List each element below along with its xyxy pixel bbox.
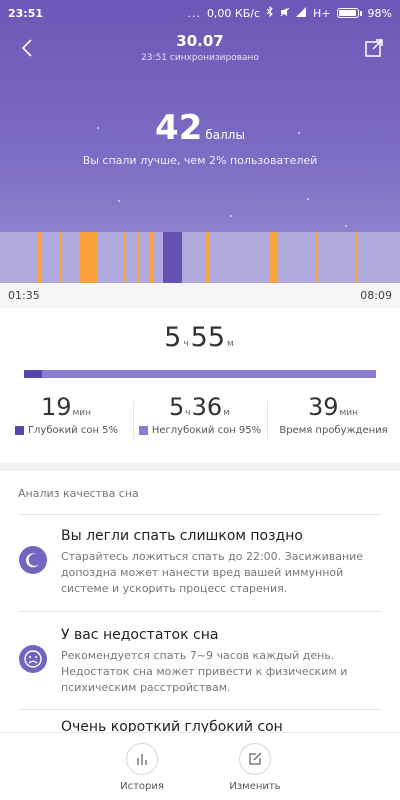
edit-button[interactable]: Изменить — [215, 743, 295, 792]
deep-label: Глубокий сон 5% — [27, 425, 119, 436]
awake-segment — [38, 232, 41, 283]
analysis-item[interactable]: Вы легли спать слишком поздно Старайтесь… — [0, 528, 400, 608]
total-minutes-unit: м — [227, 339, 234, 349]
stat-light: 5ч36м Неглубокий сон 95% — [133, 393, 267, 453]
battery-icon — [336, 8, 359, 18]
deep-value: 19 — [40, 393, 72, 421]
deep-sleep-portion — [24, 370, 42, 378]
score-unit: баллы — [205, 128, 245, 142]
stat-awake: 39мин Время пробуждения — [267, 393, 400, 453]
stat-deep: 19мин Глубокий сон 5% — [0, 393, 133, 453]
edit-icon — [239, 743, 271, 775]
notification-dots: ... — [187, 6, 201, 20]
awake-unit: мин — [339, 408, 359, 418]
deep-segment — [163, 232, 182, 283]
bar-chart-icon — [126, 743, 158, 775]
timeline-times: 01:35 08:09 — [0, 283, 400, 308]
awake-segment — [206, 232, 209, 283]
divider — [18, 514, 382, 515]
awake-label: Время пробуждения — [279, 425, 388, 436]
sleep-stats: 19мин Глубокий сон 5% 5ч36м Неглубокий с… — [0, 393, 400, 453]
divider — [18, 709, 382, 710]
light-label: Неглубокий сон 95% — [151, 425, 262, 436]
page-title: 30.07 — [176, 32, 224, 50]
awake-segment — [355, 232, 358, 283]
light-hours-unit: ч — [185, 408, 191, 418]
share-icon[interactable] — [362, 36, 386, 60]
battery-tip — [359, 10, 362, 16]
bottom-nav: История Изменить — [0, 732, 400, 800]
total-minutes: 55 — [190, 322, 226, 353]
light-hours: 5 — [169, 393, 185, 421]
light-legend-swatch — [138, 426, 148, 435]
awake-segment — [80, 232, 97, 283]
awake-segment — [270, 232, 277, 283]
status-bar: 23:51 ... 0,00 КБ/с H+ 98% — [0, 0, 400, 26]
deep-unit: мин — [72, 408, 92, 418]
analysis-item-title: Вы легли спать слишком поздно — [61, 528, 303, 544]
history-label: История — [120, 781, 164, 792]
edit-label: Изменить — [229, 781, 281, 792]
analysis-item-desc: Старайтесь ложиться спать до 22:00. Заси… — [61, 550, 364, 595]
section-separator — [0, 463, 400, 471]
analysis-item-title: У вас недостаток сна — [61, 627, 219, 643]
awake-segment — [123, 232, 126, 283]
network-speed: 0,00 КБ/с — [206, 6, 261, 20]
sleep-timeline[interactable] — [0, 232, 400, 283]
deep-legend-swatch — [14, 426, 24, 435]
awake-segment — [137, 232, 140, 283]
analysis-item[interactable]: У вас недостаток сна Рекомендуется спать… — [0, 627, 400, 707]
light-minutes-unit: м — [223, 408, 230, 418]
awake-segment — [150, 232, 153, 283]
divider — [18, 611, 382, 612]
sync-status: 23:51 синхронизировано — [141, 53, 259, 63]
battery-level: 98% — [367, 6, 392, 20]
sleep-score: 42 баллы — [0, 108, 400, 148]
history-button[interactable]: История — [102, 743, 182, 792]
awake-segment — [315, 232, 318, 283]
awake-segment — [59, 232, 62, 283]
total-hours: 5 — [164, 322, 182, 353]
network-type: H+ — [313, 6, 331, 20]
light-minutes: 36 — [191, 393, 223, 421]
awake-value: 39 — [307, 393, 339, 421]
total-sleep: 5 ч55 м — [0, 322, 400, 353]
bluetooth-icon — [266, 5, 274, 20]
total-hours-unit: ч — [183, 339, 189, 349]
status-time: 23:51 — [8, 6, 44, 20]
moon-icon — [19, 546, 47, 574]
signal-icon — [296, 6, 307, 20]
sad-face-icon — [19, 645, 47, 673]
sleep-end-time: 08:09 — [360, 289, 392, 302]
sleep-composition-bar — [24, 370, 376, 378]
status-indicators: ... 0,00 КБ/с H+ 98% — [187, 5, 392, 20]
mute-icon — [280, 7, 290, 20]
analysis-item-desc: Рекомендуется спать 7~9 часов каждый ден… — [61, 649, 348, 694]
sleep-start-time: 01:35 — [8, 289, 40, 302]
analysis-title: Анализ качества сна — [18, 487, 139, 500]
score-comparison: Вы спали лучше, чем 2% пользователей — [82, 154, 318, 167]
score-value: 42 — [155, 108, 203, 148]
